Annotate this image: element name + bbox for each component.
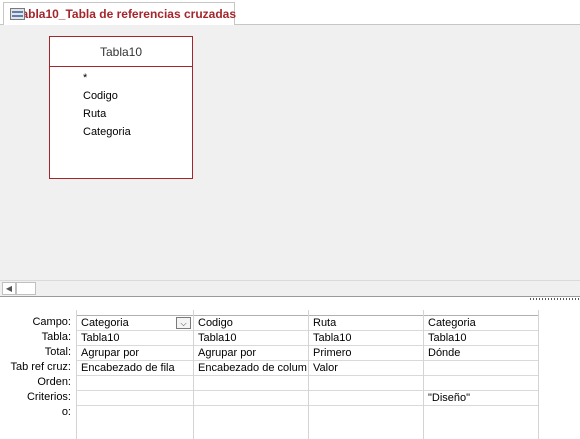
orden-cell[interactable] — [309, 375, 423, 390]
grid-column-divider — [538, 310, 539, 439]
tabla-cell[interactable]: Tabla10 — [424, 330, 538, 345]
grid-column-3[interactable]: Ruta Tabla10 Primero Valor — [308, 310, 423, 439]
grid-column-4[interactable]: Categoria Tabla10 Dónde "Diseño" — [423, 310, 538, 439]
tabref-cell[interactable]: Encabezado de colum — [194, 360, 308, 375]
tabla-cell[interactable]: Tabla10 — [194, 330, 308, 345]
tabla-cell[interactable]: Tabla10 — [309, 330, 423, 345]
design-pane-horizontal-scrollbar[interactable]: ◀ — [0, 280, 580, 296]
splitter-grip[interactable] — [530, 298, 580, 300]
row-label-total: Total: — [44, 346, 71, 358]
o-cell[interactable] — [77, 405, 193, 420]
row-label-o: o: — [61, 406, 71, 418]
total-cell[interactable]: Agrupar por — [77, 345, 193, 360]
row-label-campo: Campo: — [32, 316, 71, 328]
o-cell[interactable] — [309, 405, 423, 420]
grid-column-1[interactable]: Categoria ⌵ Tabla10 Agrupar por Encabezad… — [76, 310, 193, 439]
row-label-orden: Orden: — [37, 376, 71, 388]
total-cell[interactable]: Dónde — [424, 345, 538, 360]
o-cell[interactable] — [194, 405, 308, 420]
criterios-cell[interactable] — [194, 390, 308, 405]
orden-cell[interactable] — [424, 375, 538, 390]
field-list-item[interactable]: Ruta — [50, 105, 192, 123]
total-cell[interactable]: Agrupar por — [194, 345, 308, 360]
campo-cell[interactable]: Codigo — [194, 315, 308, 330]
tabref-cell[interactable]: Valor — [309, 360, 423, 375]
total-cell[interactable]: Primero — [309, 345, 423, 360]
field-list-item[interactable]: Codigo — [50, 87, 192, 105]
field-list-item[interactable]: * — [50, 69, 192, 87]
campo-cell[interactable]: Categoria — [424, 315, 538, 330]
tabref-cell[interactable]: Encabezado de fila — [77, 360, 193, 375]
criterios-cell[interactable]: "Diseño" — [424, 390, 538, 405]
campo-value: Categoria — [81, 317, 129, 329]
document-tab-strip: Tabla10_Tabla de referencias cruzadas — [0, 0, 580, 25]
grid-column-2[interactable]: Codigo Tabla10 Agrupar por Encabezado de… — [193, 310, 308, 439]
table-field-list-title[interactable]: Tabla10 — [50, 37, 192, 67]
field-list-item[interactable]: Categoria — [50, 123, 192, 141]
orden-cell[interactable] — [194, 375, 308, 390]
query-design-grid: Campo: Tabla: Total: Tab ref cruz: Orden… — [0, 301, 580, 439]
criterios-cell[interactable] — [77, 390, 193, 405]
campo-cell[interactable]: Ruta — [309, 315, 423, 330]
orden-cell[interactable] — [77, 375, 193, 390]
tab-title: Tabla10_Tabla de referencias cruzadas — [15, 7, 236, 21]
row-label-criterios: Criterios: — [26, 391, 71, 403]
grid-row-labels: Campo: Tabla: Total: Tab ref cruz: Orden… — [0, 315, 76, 420]
scrollbar-thumb[interactable] — [16, 282, 36, 295]
campo-cell[interactable]: Categoria ⌵ — [77, 315, 193, 330]
o-cell[interactable] — [424, 405, 538, 420]
tabref-cell[interactable] — [424, 360, 538, 375]
query-tab[interactable]: Tabla10_Tabla de referencias cruzadas — [3, 2, 236, 25]
scroll-left-icon[interactable]: ◀ — [2, 282, 16, 295]
tabla-cell[interactable]: Tabla10 — [77, 330, 193, 345]
query-design-pane[interactable]: Tabla10 * Codigo Ruta Categoria — [0, 25, 580, 280]
chevron-down-icon[interactable]: ⌵ — [176, 317, 191, 329]
table-field-list[interactable]: Tabla10 * Codigo Ruta Categoria — [49, 36, 193, 179]
row-label-tabla: Tabla: — [41, 331, 71, 343]
criterios-cell[interactable] — [309, 390, 423, 405]
row-label-tab-ref-cruz: Tab ref cruz: — [10, 361, 71, 373]
